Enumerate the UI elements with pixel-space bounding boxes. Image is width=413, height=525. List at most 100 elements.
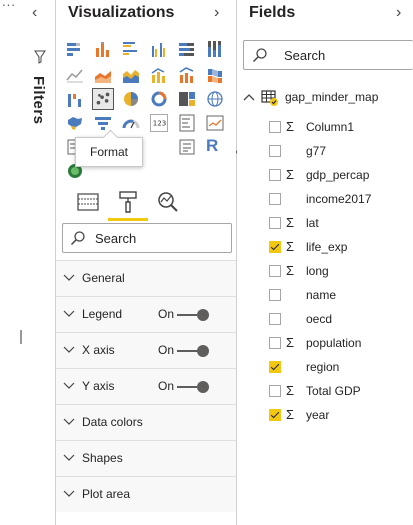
fields-pane: Fields › Search gap_minder_map Σ Column1 g… <box>237 0 413 525</box>
filters-label[interactable]: Filters <box>30 76 47 125</box>
100-stacked-bar-chart-icon[interactable] <box>178 40 196 58</box>
chevron-down-icon[interactable] <box>63 307 75 319</box>
table-name: gap_minder_map <box>285 90 379 104</box>
collapse-fields-chevron-icon[interactable]: › <box>396 4 401 22</box>
field-row[interactable]: Σlife_exp <box>237 236 413 260</box>
field-row[interactable]: Σlat <box>237 212 413 236</box>
resize-grip[interactable] <box>20 330 22 344</box>
format-tab[interactable] <box>108 185 148 221</box>
stacked-column-chart-icon[interactable] <box>94 40 112 58</box>
donut-chart-icon[interactable] <box>150 90 168 108</box>
collapse-visualizations-chevron-icon[interactable]: › <box>214 4 219 22</box>
chevron-down-icon[interactable] <box>63 415 75 427</box>
format-section-plot-area[interactable]: Plot area <box>56 476 236 512</box>
scatter-chart-icon[interactable] <box>92 88 114 110</box>
analytics-tab[interactable] <box>148 185 188 221</box>
sigma-icon: Σ <box>286 335 295 350</box>
field-row[interactable]: oecd <box>237 308 413 332</box>
format-section-legend[interactable]: Legend On <box>56 296 236 332</box>
toggle-knob[interactable] <box>197 309 209 321</box>
treemap-icon[interactable] <box>178 90 196 108</box>
format-section-general[interactable]: General <box>56 260 236 296</box>
format-search-input[interactable]: Search <box>62 223 232 253</box>
ribbon-chart-icon[interactable] <box>206 66 224 84</box>
section-toggle[interactable] <box>177 381 209 393</box>
visualizations-title: Visualizations <box>68 4 175 21</box>
table-node[interactable]: gap_minder_map <box>241 88 413 108</box>
r-script-visual-icon[interactable]: R <box>206 136 218 156</box>
line-and-stacked-column-chart-icon[interactable] <box>150 66 168 84</box>
stacked-bar-chart-icon[interactable] <box>66 40 84 58</box>
chevron-down-icon[interactable] <box>63 379 75 391</box>
field-checkbox[interactable] <box>269 169 281 181</box>
filled-map-icon[interactable] <box>66 114 84 132</box>
field-row[interactable]: Σyear <box>237 404 413 428</box>
field-row[interactable]: Σpopulation <box>237 332 413 356</box>
toggle-knob[interactable] <box>197 345 209 357</box>
field-name: gdp_percap <box>306 168 370 182</box>
area-chart-icon[interactable] <box>94 66 112 84</box>
format-section-x-axis[interactable]: X axis On <box>56 332 236 368</box>
field-name: life_exp <box>306 240 348 254</box>
field-row[interactable]: Σ Total GDP <box>237 380 413 404</box>
field-row[interactable]: income2017 <box>237 188 413 212</box>
sigma-icon: Σ <box>286 167 295 182</box>
format-section-shapes[interactable]: Shapes <box>56 440 236 476</box>
field-row[interactable]: Σ Column1 <box>237 116 413 140</box>
section-toggle[interactable] <box>177 345 209 357</box>
field-checkbox[interactable] <box>269 385 281 397</box>
field-name: long <box>306 264 329 278</box>
toggle-knob[interactable] <box>197 381 209 393</box>
card-icon[interactable]: 123 <box>150 114 168 132</box>
field-checkbox[interactable] <box>269 241 281 253</box>
chevron-up-icon[interactable] <box>243 92 255 102</box>
field-checkbox[interactable] <box>269 337 281 349</box>
pie-chart-icon[interactable] <box>122 90 140 108</box>
field-row[interactable]: g77 <box>237 140 413 164</box>
globe-map-icon[interactable] <box>206 90 224 108</box>
field-checkbox[interactable] <box>269 361 281 373</box>
field-row[interactable]: name <box>237 284 413 308</box>
chevron-down-icon[interactable] <box>63 451 75 463</box>
chevron-down-icon[interactable] <box>63 487 75 499</box>
field-checkbox[interactable] <box>269 409 281 421</box>
funnel-icon <box>34 50 46 64</box>
collapse-filters-chevron-icon[interactable]: ‹ <box>32 4 37 22</box>
100-stacked-column-chart-icon[interactable] <box>206 40 224 58</box>
line-and-clustered-column-chart-icon[interactable] <box>178 66 196 84</box>
clustered-bar-chart-icon[interactable] <box>122 40 140 58</box>
chevron-down-icon[interactable] <box>63 271 75 283</box>
field-checkbox[interactable] <box>269 217 281 229</box>
format-section-data-colors[interactable]: Data colors <box>56 404 236 440</box>
python-visual-icon[interactable] <box>178 138 196 156</box>
field-checkbox[interactable] <box>269 265 281 277</box>
field-row[interactable]: Σgdp_percap <box>237 164 413 188</box>
kpi-icon[interactable] <box>206 114 224 132</box>
waterfall-chart-icon[interactable] <box>66 90 84 108</box>
field-row[interactable]: Σlong <box>237 260 413 284</box>
sigma-icon: Σ <box>286 383 295 398</box>
field-checkbox[interactable] <box>269 121 281 133</box>
field-checkbox[interactable] <box>269 193 281 205</box>
field-name: income2017 <box>306 192 372 206</box>
gauge-icon[interactable] <box>122 114 140 132</box>
sigma-icon: Σ <box>286 263 295 278</box>
field-checkbox[interactable] <box>269 313 281 325</box>
field-checkbox[interactable] <box>269 289 281 301</box>
field-row[interactable]: region <box>237 356 413 380</box>
more-options-icon[interactable]: ... <box>2 0 16 9</box>
field-name: g77 <box>306 144 327 158</box>
multi-row-card-icon[interactable] <box>178 114 196 132</box>
section-label: Data colors <box>82 415 143 429</box>
section-toggle[interactable] <box>177 309 209 321</box>
line-chart-icon[interactable] <box>66 66 84 84</box>
field-checkbox[interactable] <box>269 145 281 157</box>
clustered-column-chart-icon[interactable] <box>150 40 168 58</box>
format-section-y-axis[interactable]: Y axis On <box>56 368 236 404</box>
format-sections: General Legend On X axis On Y axis On Data colo… <box>56 260 236 512</box>
stacked-area-chart-icon[interactable] <box>122 66 140 84</box>
chevron-down-icon[interactable] <box>63 343 75 355</box>
search-placeholder: Search <box>284 48 326 63</box>
fields-search-input[interactable]: Search <box>243 40 413 70</box>
fields-tab[interactable] <box>68 185 108 221</box>
